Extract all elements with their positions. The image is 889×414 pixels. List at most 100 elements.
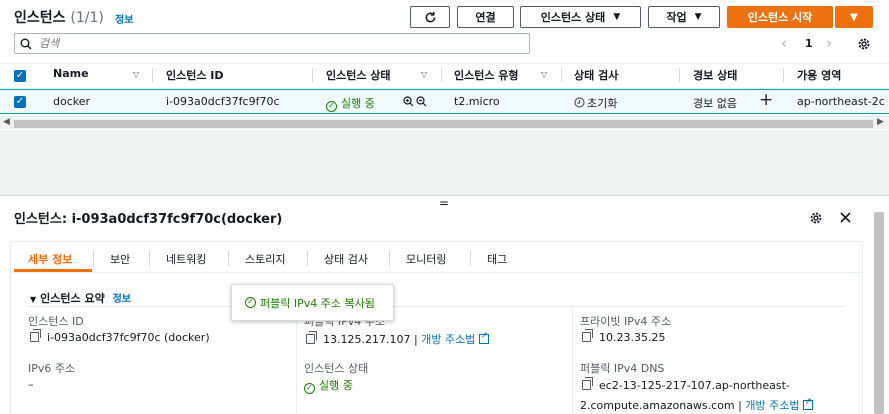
tab-tags[interactable]: 태그 (487, 251, 507, 267)
scroll-left-icon[interactable]: ◀ (3, 117, 10, 127)
search-input[interactable] (39, 36, 519, 51)
success-check-icon: ✓ (245, 297, 256, 308)
ipv6-label: IPv6 주소 (28, 362, 76, 375)
col-header-instance-id[interactable]: 인스턴스 ID (166, 67, 224, 83)
tab-security[interactable]: 보안 (110, 251, 130, 267)
vertical-scrollbar[interactable] (874, 212, 884, 414)
column-divider (561, 68, 562, 82)
cell-state: ✓ 실행 중 (326, 95, 375, 112)
open-address-link[interactable]: 개방 주소법 (421, 333, 475, 346)
cell-alarm: 경보 없음 (693, 97, 737, 110)
tabs-bottom-border (10, 272, 863, 273)
separator: | (413, 333, 418, 346)
launch-dropdown-button[interactable]: ▼ (835, 6, 873, 28)
refresh-button[interactable] (410, 6, 450, 28)
instance-id-link[interactable]: i-093a0dcf37fc9f70c (166, 95, 280, 108)
settings-gear-icon[interactable] (857, 37, 871, 51)
connect-button[interactable]: 연결 (457, 6, 514, 28)
scroll-right-icon[interactable]: ▶ (877, 117, 884, 127)
copy-icon[interactable] (306, 331, 317, 344)
col-header-alarm-status[interactable]: 경보 상태 (693, 67, 737, 83)
instance-state-dropdown[interactable]: 인스턴스 상태 ▼ (520, 6, 641, 28)
col-header-instance-type[interactable]: 인스턴스 유형 (454, 67, 519, 83)
prev-page-icon[interactable]: ‹ (781, 34, 787, 52)
tab-divider (93, 250, 94, 266)
zoom-out-icon[interactable] (416, 96, 427, 107)
actions-dropdown[interactable]: 작업 ▼ (648, 6, 720, 28)
add-alarm-icon[interactable]: + (759, 90, 773, 110)
state-value: 실행 중 (341, 97, 375, 110)
zoom-in-icon[interactable] (403, 96, 414, 107)
close-icon[interactable] (839, 211, 852, 224)
col-header-name[interactable]: Name (53, 67, 89, 80)
next-page-icon[interactable]: › (826, 34, 832, 52)
instance-state-text: 실행 중 (319, 379, 353, 392)
summary-header[interactable]: ▼ 인스턴스 요약 정보 (30, 290, 131, 306)
copy-icon[interactable] (30, 329, 41, 342)
tab-status-checks[interactable]: 상태 검사 (324, 251, 368, 267)
search-field[interactable] (14, 33, 530, 54)
select-all-checkbox[interactable]: ✓ (14, 70, 26, 82)
private-ip-label: 프라이빗 IPv4 주소 (580, 315, 672, 328)
connect-label: 연결 (475, 11, 496, 24)
col-header-availability-zone[interactable]: 가용 영역 (797, 67, 841, 83)
copy-icon[interactable] (582, 329, 593, 342)
separator: | (738, 399, 742, 412)
table-row[interactable] (0, 89, 889, 114)
caret-down-icon: ▼ (613, 12, 621, 22)
public-dns-text-1: ec2-13-125-217-107.ap-northeast- (599, 379, 790, 392)
col-header-status-check[interactable]: 상태 검사 (574, 67, 618, 83)
cell-az: ap-northeast-2c (797, 95, 885, 108)
ipv6-value: – (28, 378, 34, 391)
dns-open-address-link[interactable]: 개방 주소법 (745, 399, 799, 412)
summary-info-link[interactable]: 정보 (113, 294, 131, 305)
public-dns-value-line2: 2.compute.amazonaws.com | 개방 주소법 (580, 397, 814, 413)
instance-id-label: 인스턴스 ID (28, 315, 84, 328)
details-title: 인스턴스: i-093a0dcf37fc9f70c(docker) (14, 212, 283, 227)
cell-type: t2.micro (454, 95, 500, 108)
scrollbar-thumb[interactable] (14, 120, 873, 128)
sort-icon[interactable]: ▽ (541, 70, 547, 79)
launch-instance-button[interactable]: 인스턴스 시작 (727, 6, 833, 28)
panel-divider (0, 130, 889, 196)
external-link-icon[interactable] (479, 331, 490, 344)
tab-details[interactable]: 세부 정보 (28, 251, 72, 267)
tab-monitoring[interactable]: 모니터링 (406, 251, 446, 267)
column-divider (679, 68, 680, 82)
col-header-instance-state[interactable]: 인스턴스 상태 (326, 67, 391, 83)
column-divider (152, 68, 153, 82)
tab-storage[interactable]: 스토리지 (245, 251, 285, 267)
preferences-gear-icon[interactable] (809, 211, 823, 225)
actions-label: 작업 (666, 11, 687, 24)
resize-handle[interactable]: = (439, 196, 449, 210)
sort-icon[interactable]: ▽ (421, 70, 427, 79)
private-ip-text: 10.23.35.25 (599, 331, 666, 344)
column-divider (296, 307, 297, 414)
instance-id-value: i-093a0dcf37fc9f70c (docker) (30, 329, 210, 344)
info-link[interactable]: 정보 (115, 11, 133, 26)
copy-icon[interactable] (582, 377, 593, 390)
page-number[interactable]: 1 (805, 37, 813, 50)
cell-name: docker (53, 95, 91, 108)
public-dns-text-2: 2.compute.amazonaws.com (580, 399, 735, 412)
caret-down-icon: ▼ (694, 12, 702, 22)
success-check-icon: ✓ (304, 383, 315, 394)
toast-text: 퍼블릭 IPv4 주소 복사됨 (260, 296, 375, 310)
column-divider (783, 68, 784, 82)
summary-divider (28, 306, 844, 307)
column-divider (572, 307, 573, 414)
external-link-icon[interactable] (803, 397, 814, 410)
public-ip-text: 13.125.217.107 (323, 333, 411, 346)
tab-divider (389, 250, 390, 266)
status-check-value: 초기화 (587, 97, 618, 110)
sort-icon[interactable]: ▽ (133, 70, 139, 79)
public-ip-value: 13.125.217.107 | 개방 주소법 (306, 331, 490, 347)
caret-down-icon: ▼ (30, 295, 37, 304)
success-check-icon: ✓ (326, 101, 337, 112)
column-divider (441, 68, 442, 82)
tab-networking[interactable]: 네트워킹 (166, 251, 206, 267)
row-checkbox[interactable]: ✓ (14, 96, 26, 108)
launch-label: 인스턴스 시작 (747, 11, 813, 24)
summary-title: 인스턴스 요약 (40, 292, 105, 305)
horizontal-scrollbar[interactable]: ◀ ▶ (0, 116, 889, 129)
